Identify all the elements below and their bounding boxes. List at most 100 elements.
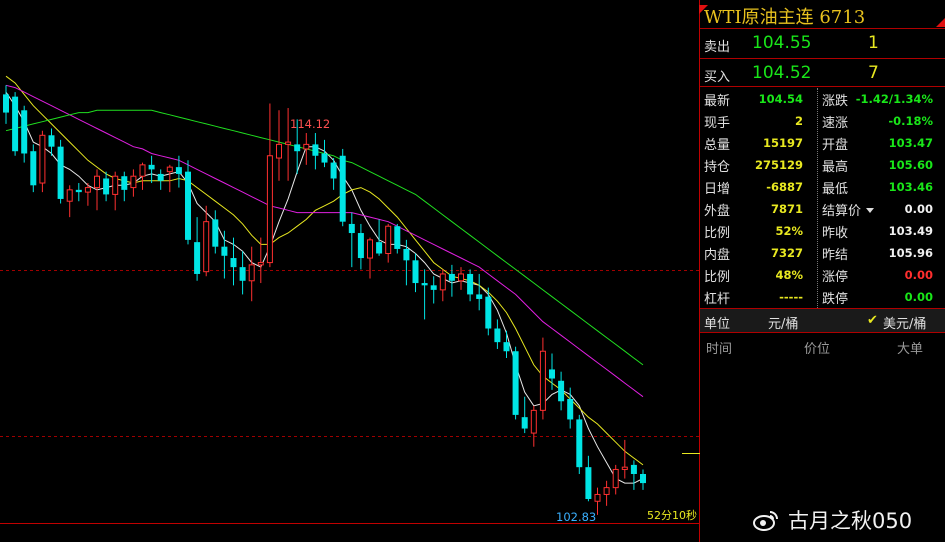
quote-right-label: 昨结	[822, 248, 849, 263]
quote-right-label: 速涨	[822, 116, 849, 131]
candle	[521, 396, 528, 434]
candle-body-up	[385, 225, 392, 254]
candle-body-down	[57, 146, 64, 199]
quote-right-value: 0.00	[904, 202, 933, 216]
candle-body-down	[403, 248, 410, 261]
candle-body-down	[512, 351, 519, 415]
quote-panel: WTI原油主连 6713 卖出 104.55 1 买入 104.52 7 最新 1…	[699, 0, 945, 542]
candle-body-down	[640, 473, 646, 484]
chart-annotations: 114.12 102.83 52分10秒	[290, 117, 697, 524]
candle-body-down	[376, 242, 383, 254]
candle-body-down	[212, 219, 219, 247]
quote-right-value: 105.60	[888, 158, 933, 172]
instrument-title: WTI原油主连 6713	[704, 7, 866, 28]
quote-right-value: 103.46	[888, 180, 933, 194]
buy-price: 104.52	[752, 63, 812, 83]
watermark: 古月之秋050	[788, 509, 913, 533]
quote-right-value: 105.96	[888, 246, 933, 260]
candle-body-up	[458, 273, 464, 282]
candle-body-down	[321, 153, 328, 163]
candle-body-up	[203, 221, 210, 273]
candle	[266, 103, 273, 268]
candle-body-up	[130, 175, 137, 189]
candle-body-down	[21, 110, 28, 154]
candle-body-up	[66, 189, 73, 202]
candle	[585, 455, 592, 502]
candle	[558, 371, 565, 411]
candle-body-up	[621, 466, 628, 470]
kline-chart[interactable]: 114.12 102.83 52分10秒	[0, 0, 700, 542]
candle-body-up	[303, 143, 310, 150]
candle	[230, 237, 237, 286]
candle	[175, 155, 182, 188]
moving-average-lines	[5, 75, 644, 484]
candle-body-up	[530, 409, 537, 434]
weibo-logo-icon	[753, 511, 778, 531]
candle	[194, 217, 201, 281]
candle-body-up	[257, 262, 264, 266]
dropdown-arrow-icon[interactable]	[866, 208, 874, 213]
quote-left-label: 总量	[704, 138, 731, 153]
candle	[21, 105, 28, 163]
candle-body-down	[194, 242, 201, 274]
candle-body-down	[239, 267, 246, 281]
quote-right-label: 开盘	[822, 138, 849, 153]
unit-option-usd[interactable]: 美元/桶	[883, 313, 926, 332]
countdown-label: 52分10秒	[647, 508, 697, 522]
candle	[621, 439, 628, 479]
candle	[512, 346, 519, 420]
candle-body-down	[421, 283, 428, 286]
candle	[385, 223, 392, 263]
candle-body-up	[612, 468, 619, 489]
high-price-label: 114.12	[290, 117, 330, 131]
quote-left-label: 比例	[704, 226, 731, 241]
candle-body-down	[567, 398, 574, 420]
candle	[121, 171, 128, 202]
candle-body-down	[294, 144, 301, 152]
candle	[612, 464, 619, 495]
candle-body-down	[312, 144, 319, 156]
candle-body-down	[3, 94, 9, 113]
candle-body-up	[285, 141, 292, 145]
candle	[539, 337, 546, 420]
low-price-label: 102.83	[556, 510, 596, 524]
quote-right-label: 涨停	[822, 270, 849, 285]
ticks-header-time: 时间	[706, 342, 733, 357]
quote-left-label: 持仓	[704, 160, 731, 175]
candle	[394, 223, 401, 254]
candle	[248, 246, 255, 302]
candle-body-down	[394, 226, 401, 249]
quote-right-value: 0.00	[904, 290, 933, 304]
ticks-header-price: 价位	[804, 342, 831, 357]
candle-body-down	[503, 342, 510, 352]
candle-body-down	[630, 464, 637, 474]
candle-body-up	[367, 239, 373, 259]
candle-body-down	[521, 417, 528, 429]
quote-right-label[interactable]: 结算价	[822, 200, 861, 219]
candle-body-down	[221, 246, 228, 256]
candle	[312, 133, 319, 170]
candle	[75, 183, 82, 202]
candle	[3, 85, 9, 124]
candle	[185, 160, 191, 245]
candle-body-up	[594, 493, 601, 502]
corner-marker-icon	[936, 18, 945, 27]
candle	[130, 169, 137, 197]
candle-body-up	[112, 175, 119, 195]
candle-body-up	[39, 134, 46, 184]
candle	[357, 223, 364, 270]
candle	[239, 251, 246, 295]
ticks-header-big: 大单	[897, 342, 924, 357]
sell-price: 104.55	[752, 33, 812, 53]
candle-body-down	[30, 151, 37, 186]
quote-left-value: -----	[779, 290, 803, 304]
candle-body-down	[467, 273, 474, 295]
unit-label: 单位	[704, 317, 731, 332]
candle-body-down	[175, 167, 182, 174]
candle-body-up	[248, 264, 255, 282]
quote-left-label: 日增	[704, 182, 731, 197]
unit-option-cny[interactable]: 元/桶	[768, 313, 798, 332]
quote-right-value: 103.49	[888, 224, 933, 238]
candle	[166, 164, 173, 193]
candle-body-down	[12, 96, 19, 152]
